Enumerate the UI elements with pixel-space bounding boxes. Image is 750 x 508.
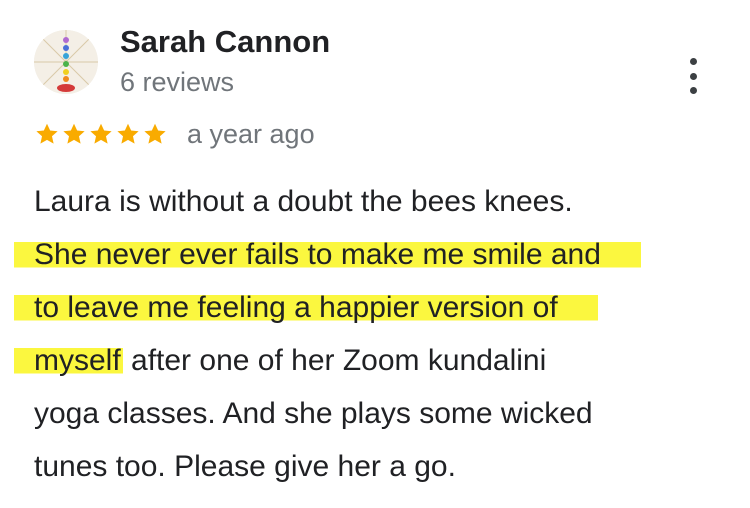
star-icon: [144, 123, 166, 144]
review-line: yoga classes. And she plays some wicked: [34, 397, 593, 430]
rating-row: a year ago: [34, 118, 315, 150]
more-vert-icon-dot: [689, 87, 697, 94]
review-line: She never ever fails to make me smile an…: [14, 228, 734, 281]
highlighted-text: She never ever fails to make me smile an…: [14, 238, 641, 271]
avatar[interactable]: [34, 30, 98, 94]
review-line: Laura is without a doubt the bees knees.: [34, 185, 573, 218]
highlighted-text: to leave me feeling a happier version of: [14, 291, 598, 324]
highlighted-text: myself: [14, 344, 123, 377]
review-text: Laura is without a doubt the bees knees.…: [14, 175, 734, 493]
more-vert-icon: [689, 58, 697, 65]
more-vert-icon-dot: [689, 72, 697, 80]
reviews-count: 6 reviews: [120, 67, 235, 97]
review-line-rest: after one of her Zoom kundalini: [122, 344, 547, 377]
review-time: a year ago: [187, 118, 315, 149]
star-icon: [90, 123, 112, 144]
more-options-button[interactable]: [680, 58, 706, 94]
review-line: to leave me feeling a happier version of: [14, 281, 734, 334]
star-rating: [34, 121, 169, 147]
star-icon: [63, 123, 85, 144]
review-line: myself after one of her Zoom kundalini: [14, 334, 734, 387]
reviewer-name[interactable]: Sarah Cannon: [120, 24, 330, 60]
review-line: tunes too. Please give her a go.: [34, 450, 456, 483]
avatar-image: [34, 30, 98, 94]
star-icon: [36, 123, 58, 144]
star-icon: [117, 123, 139, 144]
